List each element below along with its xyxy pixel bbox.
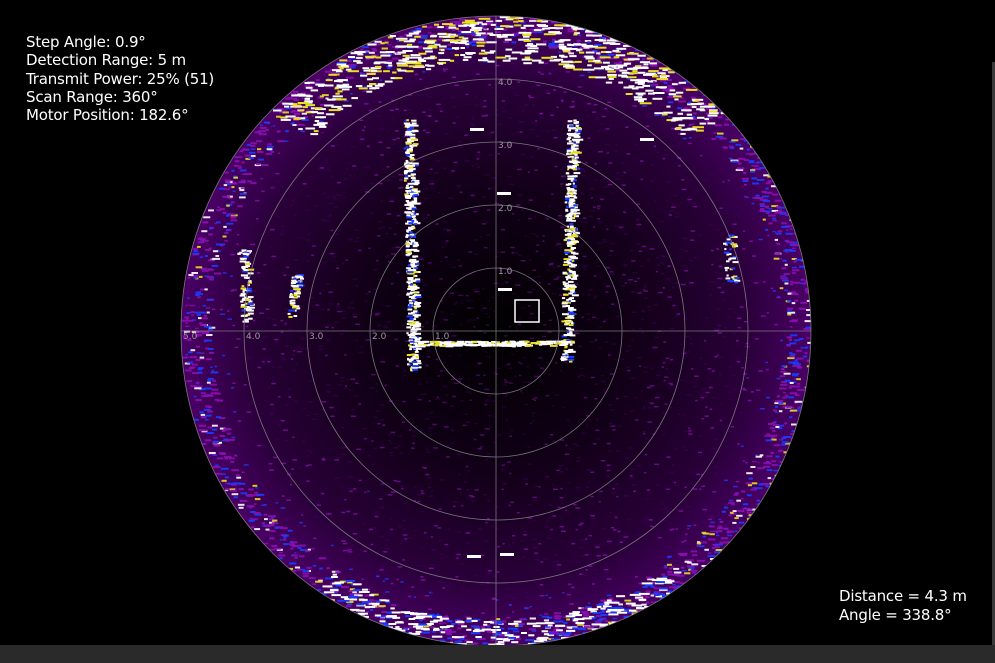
sonar-viewer: 5.0 4.0 3.0 2.0 1.0 4.0 3.0 2.0 1.0 Step Angle: … — [0, 0, 995, 663]
motor-position-text: Motor Position: 182.6° — [26, 106, 189, 125]
range-label-horizontal: 2.0 — [372, 332, 387, 342]
status-panel: Step Angle: 0.9° Detection Range: 5 m Tr… — [26, 33, 214, 124]
angle-readout: Angle = 338.8° — [839, 605, 952, 624]
range-label-vertical: 1.0 — [498, 267, 513, 277]
range-label-horizontal: 1.0 — [435, 332, 450, 342]
transmit-power-text: Transmit Power: 25% (51) — [26, 69, 215, 88]
range-label-horizontal: 5.0 — [183, 332, 198, 342]
range-label-horizontal: 4.0 — [246, 332, 261, 342]
range-label-vertical: 4.0 — [498, 78, 513, 88]
range-label-vertical: 3.0 — [498, 141, 513, 151]
range-label-vertical: 2.0 — [498, 204, 513, 214]
range-label-horizontal: 3.0 — [309, 332, 324, 342]
distance-readout: Distance = 4.3 m — [839, 587, 967, 605]
scan-range-text: Scan Range: 360° — [26, 87, 158, 106]
step-angle-text: Step Angle: 0.9° — [26, 33, 146, 51]
detection-range-text: Detection Range: 5 m — [26, 51, 186, 70]
status-bar — [0, 645, 995, 663]
cursor-readout: Distance = 4.3 m Angle = 338.8° — [839, 587, 967, 624]
